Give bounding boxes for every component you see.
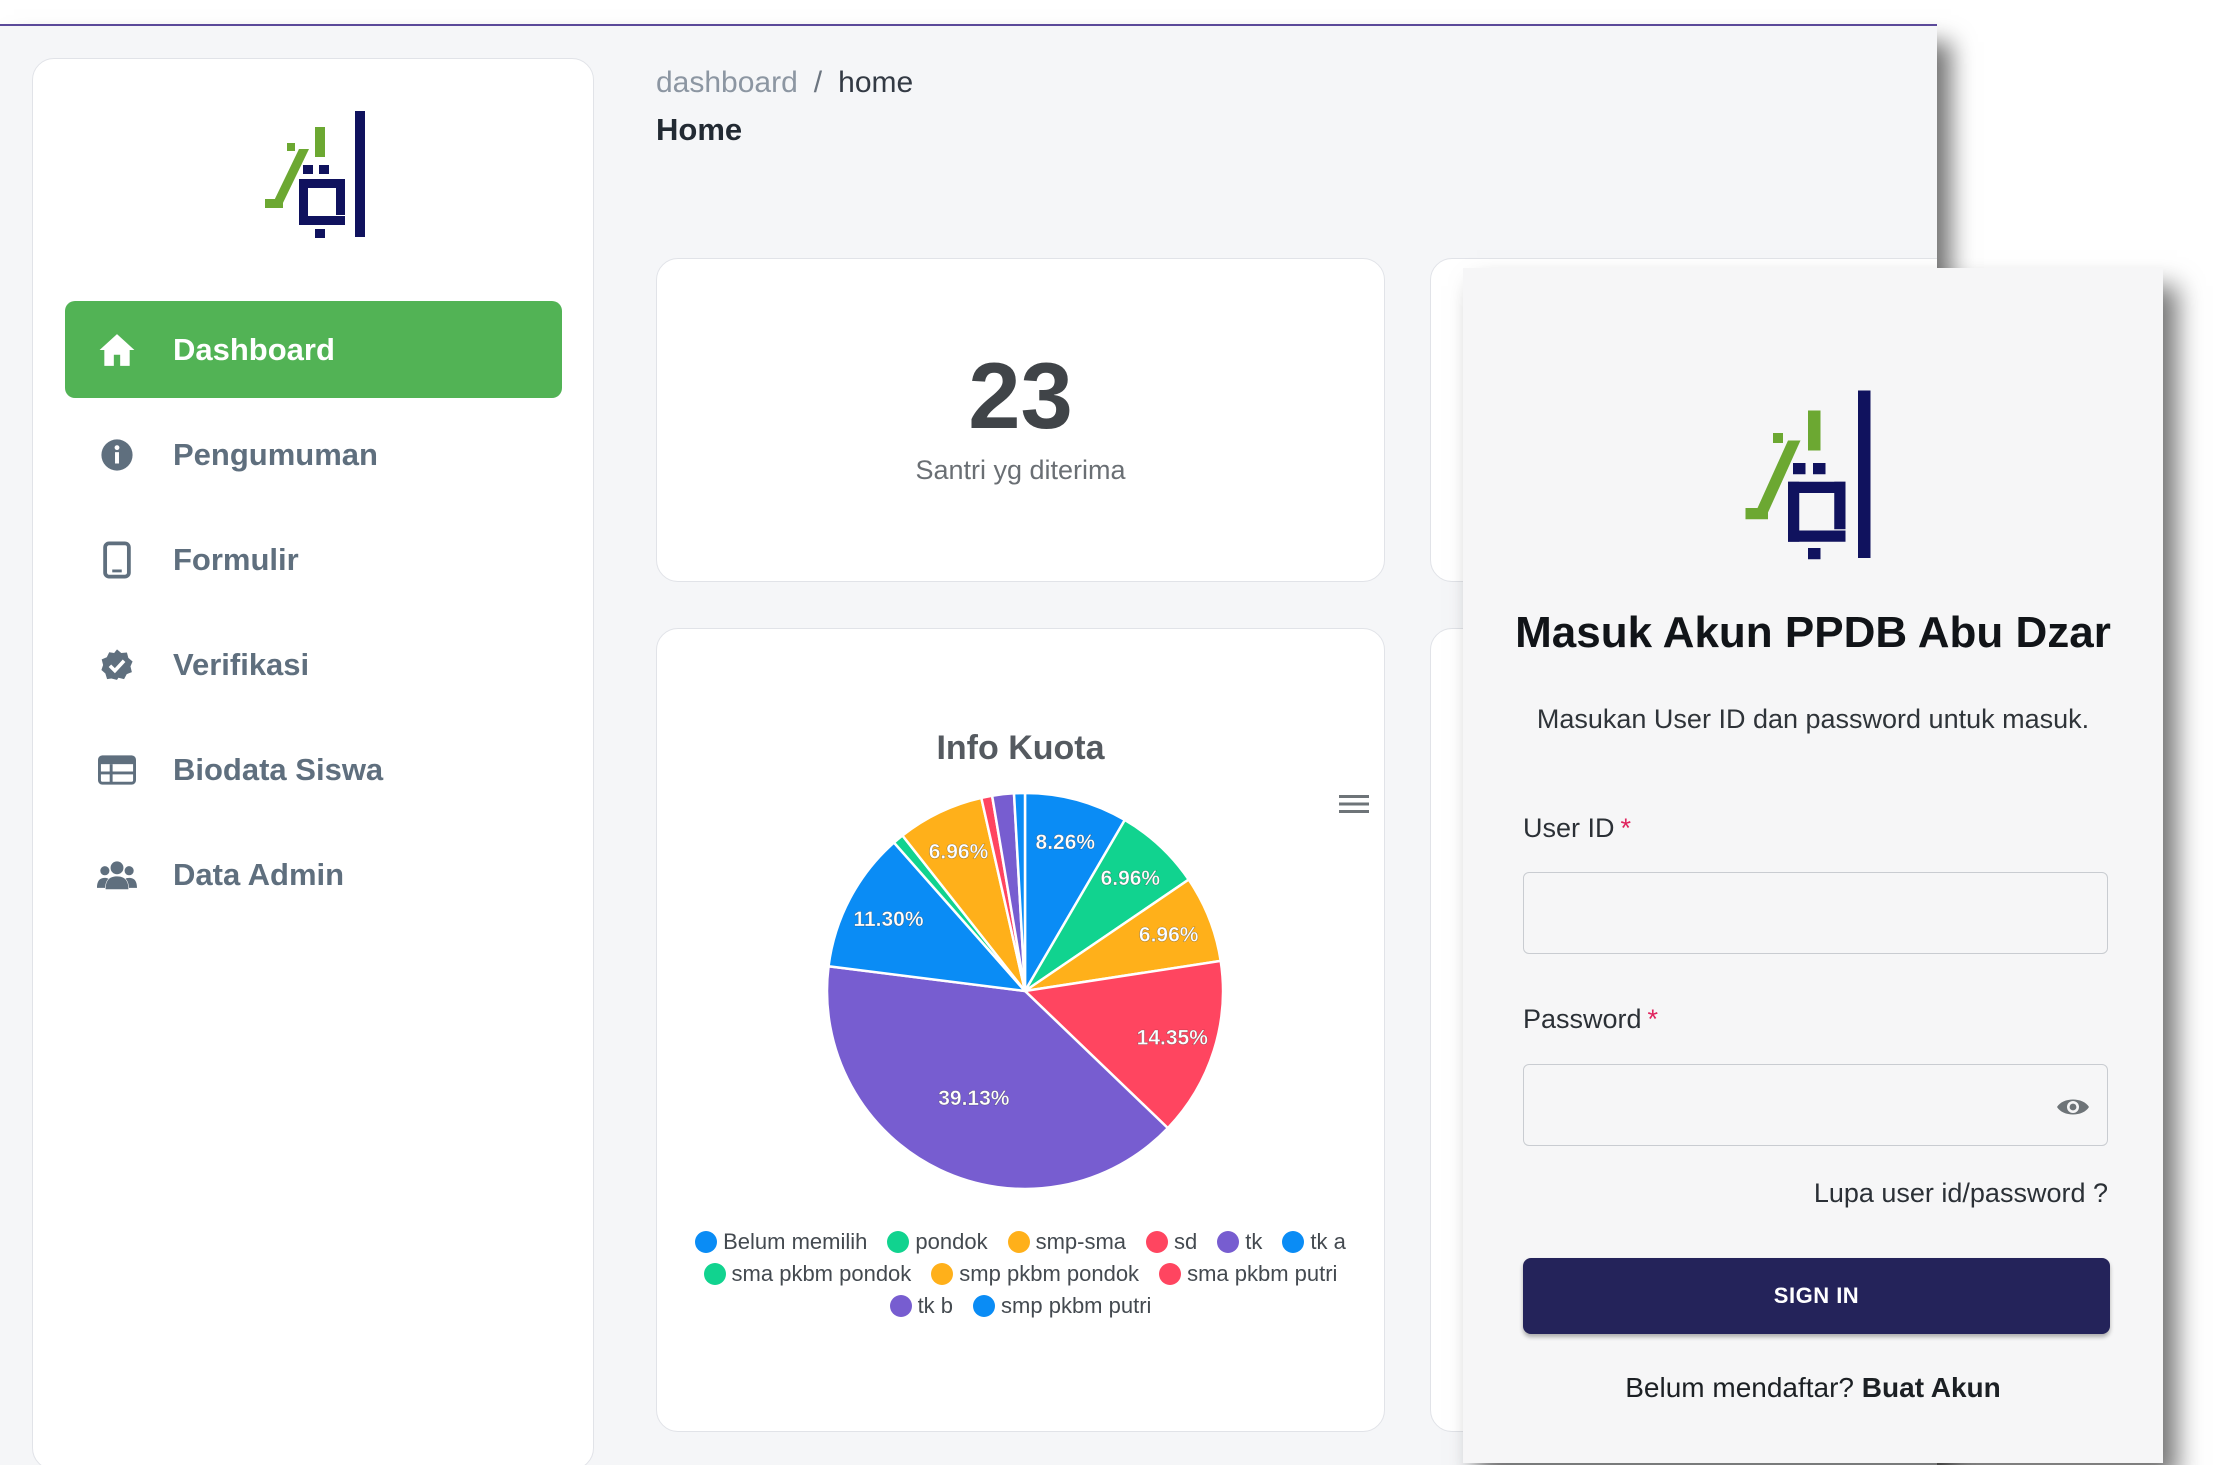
legend-label: smp pkbm pondok bbox=[959, 1261, 1140, 1286]
pie-data-label-2: 6.96% bbox=[1139, 923, 1199, 946]
legend-marker bbox=[973, 1295, 996, 1317]
home-icon bbox=[95, 328, 139, 372]
legend-marker bbox=[887, 1231, 910, 1253]
login-subtitle: Masukan User ID dan password untuk masuk… bbox=[1536, 704, 2090, 734]
pie-data-label-1: 6.96% bbox=[1101, 867, 1161, 890]
legend-item-10[interactable]: smp pkbm putri bbox=[973, 1293, 1151, 1319]
stat-label: Santri yg diterima bbox=[915, 455, 1126, 485]
legend-item-2[interactable]: smp-sma bbox=[1007, 1229, 1127, 1255]
password-input[interactable] bbox=[1523, 1064, 2108, 1146]
pie-data-label-5: 11.30% bbox=[853, 908, 923, 931]
sidebar-item-formulir[interactable]: Formulir bbox=[65, 511, 562, 608]
legend-item-0[interactable]: Belum memilih bbox=[695, 1229, 867, 1255]
legend-item-3[interactable]: sd bbox=[1146, 1229, 1197, 1255]
legend-label: tk a bbox=[1310, 1229, 1346, 1254]
users-icon bbox=[95, 853, 139, 897]
sidebar-item-label: Data Admin bbox=[173, 856, 345, 892]
stat-card: 23 Santri yg diterima bbox=[656, 258, 1385, 582]
legend-item-7[interactable]: smp pkbm pondok bbox=[931, 1261, 1139, 1287]
userid-label-text: User ID bbox=[1523, 813, 1615, 843]
sidebar: Dashboard Pengumuman Formulir Verifikasi… bbox=[32, 58, 594, 1465]
sidebar-item-label: Verifikasi bbox=[173, 646, 310, 682]
legend-label: sd bbox=[1174, 1229, 1198, 1254]
legend-item-9[interactable]: tk b bbox=[889, 1293, 954, 1319]
legend-label: sma pkbm pondok bbox=[731, 1261, 912, 1286]
legend-marker bbox=[695, 1231, 718, 1253]
breadcrumb-current: home bbox=[838, 66, 914, 99]
forgot-password-link[interactable]: Lupa user id/password ? bbox=[1814, 1178, 2108, 1209]
login-panel: Masuk Akun PPDB Abu Dzar Masukan User ID… bbox=[1463, 268, 2163, 1463]
legend-label: Belum memilih bbox=[723, 1229, 868, 1254]
password-label-text: Password bbox=[1523, 1004, 1642, 1034]
legend-marker bbox=[1159, 1263, 1182, 1285]
userid-input[interactable] bbox=[1523, 872, 2108, 954]
legend-marker bbox=[931, 1263, 954, 1285]
pie-data-label-7: 6.96% bbox=[929, 841, 989, 864]
required-mark: * bbox=[1647, 1004, 1659, 1034]
required-mark: * bbox=[1620, 813, 1632, 843]
quota-chart-card: Info Kuota 8.26% 6.96% 6.96% 14.35% 39.13% 11… bbox=[656, 628, 1385, 1432]
sidebar-item-label: Formulir bbox=[173, 541, 299, 577]
legend-item-6[interactable]: sma pkbm pondok bbox=[703, 1261, 912, 1287]
sidebar-item-dashboard[interactable]: Dashboard bbox=[65, 301, 562, 398]
pie-chart: 8.26%6.96%6.96%14.35%39.13%11.30%6.96% bbox=[825, 791, 1225, 1191]
breadcrumb-link-dashboard[interactable]: dashboard bbox=[656, 66, 798, 99]
table-icon bbox=[95, 748, 139, 792]
breadcrumb-separator: / bbox=[813, 66, 823, 99]
legend-label: smp-sma bbox=[1035, 1229, 1127, 1254]
sidebar-item-label: Biodata Siswa bbox=[173, 751, 384, 787]
userid-label: User ID * bbox=[1523, 813, 1631, 844]
legend-label: tk b bbox=[917, 1293, 954, 1318]
legend-label: tk bbox=[1245, 1229, 1263, 1254]
abu-dzar-logo bbox=[1745, 390, 1871, 560]
info-icon bbox=[95, 433, 139, 477]
chart-title: Info Kuota bbox=[936, 729, 1105, 767]
abu-dzar-logo bbox=[265, 111, 365, 238]
legend-label: sma pkbm putri bbox=[1187, 1261, 1338, 1286]
pie-data-label-0: 8.26% bbox=[1036, 831, 1096, 854]
password-label: Password * bbox=[1523, 1004, 1658, 1035]
sidebar-item-label: Dashboard bbox=[173, 331, 335, 367]
sign-in-button[interactable]: SIGN IN bbox=[1523, 1258, 2110, 1334]
sidebar-item-data-admin[interactable]: Data Admin bbox=[65, 826, 562, 923]
legend-marker bbox=[1282, 1231, 1305, 1253]
legend-marker bbox=[1146, 1231, 1169, 1253]
eye-icon[interactable] bbox=[2055, 1092, 2091, 1122]
tablet-icon bbox=[95, 538, 139, 582]
breadcrumb: dashboard / home bbox=[656, 66, 913, 100]
legend-marker bbox=[1217, 1231, 1240, 1253]
register-prompt-text: Belum mendaftar? bbox=[1625, 1372, 1855, 1403]
legend-item-1[interactable]: pondok bbox=[887, 1229, 988, 1255]
page-title: Home bbox=[656, 112, 743, 147]
hamburger-menu-icon[interactable] bbox=[1337, 789, 1371, 819]
legend-label: pondok bbox=[915, 1229, 988, 1254]
sidebar-item-biodata-siswa[interactable]: Biodata Siswa bbox=[65, 721, 562, 818]
sidebar-item-pengumuman[interactable]: Pengumuman bbox=[65, 406, 562, 503]
login-title: Masuk Akun PPDB Abu Dzar bbox=[1515, 608, 2111, 657]
legend-marker bbox=[1007, 1231, 1030, 1253]
legend-item-5[interactable]: tk a bbox=[1282, 1229, 1346, 1255]
register-prompt: Belum mendaftar? Buat Akun bbox=[1463, 1372, 2163, 1404]
sidebar-item-label: Pengumuman bbox=[173, 436, 378, 472]
sidebar-item-verifikasi[interactable]: Verifikasi bbox=[65, 616, 562, 713]
chart-legend: Belum memilih pondok smp-sma sd tk tk a sma pk… bbox=[671, 1229, 1370, 1319]
create-account-link[interactable]: Buat Akun bbox=[1862, 1372, 2001, 1403]
stat-value: 23 bbox=[968, 343, 1073, 448]
pie-data-label-3: 14.35% bbox=[1137, 1027, 1209, 1050]
verified-badge-icon bbox=[95, 643, 139, 687]
legend-marker bbox=[889, 1295, 912, 1317]
legend-label: smp pkbm putri bbox=[1001, 1293, 1152, 1318]
legend-item-4[interactable]: tk bbox=[1217, 1229, 1262, 1255]
legend-item-8[interactable]: sma pkbm putri bbox=[1159, 1261, 1337, 1287]
legend-marker bbox=[703, 1263, 726, 1285]
pie-data-label-4: 39.13% bbox=[938, 1087, 1010, 1110]
